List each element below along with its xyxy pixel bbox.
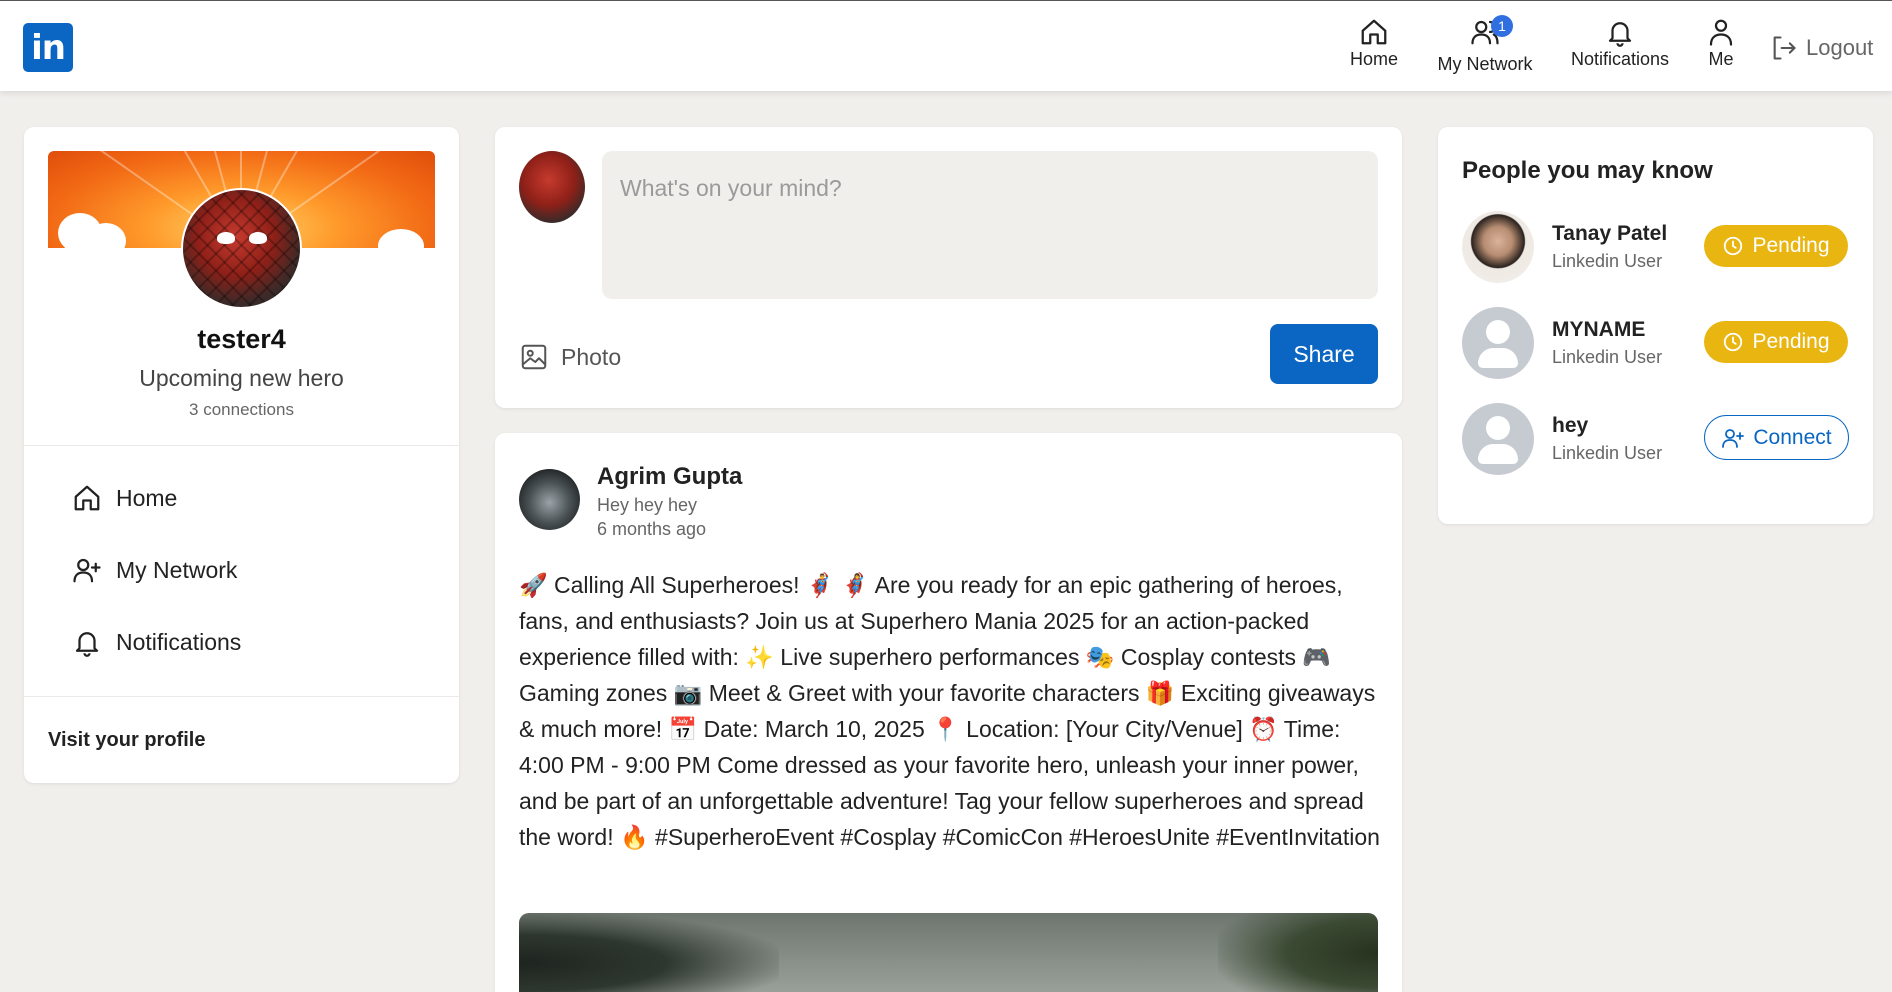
post-composer: Photo Share	[495, 127, 1402, 408]
pending-label: Pending	[1752, 330, 1830, 353]
logout-label: Logout	[1806, 35, 1874, 60]
connect-label: Connect	[1753, 425, 1832, 449]
profile-connections: 3 connections	[189, 400, 294, 419]
profile-name[interactable]: tester4	[24, 324, 459, 355]
nav-me-label: Me	[1708, 49, 1734, 69]
image-icon	[521, 344, 547, 370]
profile-headline: Upcoming new hero	[139, 365, 344, 391]
logout-button[interactable]: Logout	[1770, 31, 1873, 65]
post-author-avatar[interactable]	[519, 469, 580, 530]
composer-avatar	[519, 151, 585, 223]
sidebar-item-label: Notifications	[116, 628, 242, 655]
nav-notifications-label: Notifications	[1570, 49, 1670, 69]
add-user-icon	[1722, 428, 1745, 448]
sidebar-item-home[interactable]: Home	[72, 481, 177, 515]
person-subtitle: Linkedin User	[1552, 251, 1663, 271]
default-avatar-icon[interactable]	[1462, 307, 1534, 379]
profile-card: tester4 Upcoming new hero 3 connections …	[24, 127, 459, 783]
user-icon	[1709, 19, 1733, 46]
add-photo-button[interactable]: Photo	[519, 340, 621, 374]
nav-my-network[interactable]: 1 My Network	[1432, 15, 1538, 77]
people-card-title: People you may know	[1462, 157, 1713, 184]
pending-button[interactable]: Pending	[1704, 321, 1848, 363]
post-author-headline: Hey hey hey	[597, 495, 698, 515]
profile-avatar[interactable]	[181, 188, 302, 309]
visit-profile-link[interactable]: Visit your profile	[48, 729, 205, 752]
person-subtitle: Linkedin User	[1552, 347, 1663, 367]
connect-button[interactable]: Connect	[1704, 415, 1849, 460]
bell-icon	[1608, 22, 1632, 47]
add-user-icon	[73, 558, 101, 583]
linkedin-logo[interactable]: in	[23, 23, 73, 72]
logout-icon	[1773, 36, 1796, 60]
clock-icon	[1724, 332, 1743, 352]
logo-text: in	[31, 27, 66, 68]
default-avatar-icon[interactable]	[1462, 403, 1534, 475]
nav-me[interactable]: Me	[1706, 17, 1736, 77]
divider	[24, 696, 459, 697]
post-image[interactable]	[519, 913, 1378, 992]
divider	[24, 445, 459, 446]
person-subtitle: Linkedin User	[1552, 443, 1663, 463]
bell-icon	[75, 632, 99, 657]
feed-post: Agrim Gupta Hey hey hey 6 months ago 🚀 C…	[495, 433, 1402, 992]
nav-notifications[interactable]: Notifications	[1568, 17, 1672, 77]
sidebar-item-my-network[interactable]: My Network	[72, 553, 237, 587]
nav-home[interactable]: Home	[1348, 17, 1400, 77]
person-avatar[interactable]	[1462, 211, 1534, 283]
network-badge: 1	[1491, 15, 1513, 37]
home-icon	[1361, 19, 1387, 45]
sidebar-item-notifications[interactable]: Notifications	[72, 625, 241, 659]
pending-label: Pending	[1752, 234, 1830, 257]
clock-icon	[1724, 236, 1743, 256]
sidebar-item-label: My Network	[116, 556, 238, 583]
suggestion-item: MYNAME Linkedin User Pending	[1462, 307, 1849, 381]
person-name[interactable]: Tanay Patel	[1552, 222, 1667, 246]
nav-my-network-label: My Network	[1437, 54, 1533, 74]
people-you-may-know-card: People you may know Tanay Patel Linkedin…	[1438, 127, 1873, 524]
suggestion-item: Tanay Patel Linkedin User Pending	[1462, 211, 1849, 285]
person-name[interactable]: MYNAME	[1552, 318, 1645, 342]
person-name[interactable]: hey	[1552, 414, 1588, 438]
post-timestamp: 6 months ago	[597, 519, 707, 539]
suggestion-item: hey Linkedin User Connect	[1462, 403, 1849, 477]
photo-label: Photo	[561, 343, 622, 370]
share-button[interactable]: Share	[1270, 324, 1378, 384]
home-icon	[74, 485, 100, 511]
sidebar-item-label: Home	[116, 484, 178, 511]
post-body-text: 🚀 Calling All Superheroes! 🦸‍♂️ 🦸‍♀️ Are…	[519, 572, 1380, 850]
top-navbar: in Home 1 My Network Notifications Me Lo…	[0, 0, 1892, 91]
pending-button[interactable]: Pending	[1704, 225, 1848, 267]
post-author-name[interactable]: Agrim Gupta	[597, 463, 742, 491]
post-input[interactable]	[602, 151, 1378, 299]
nav-home-label: Home	[1349, 49, 1398, 69]
